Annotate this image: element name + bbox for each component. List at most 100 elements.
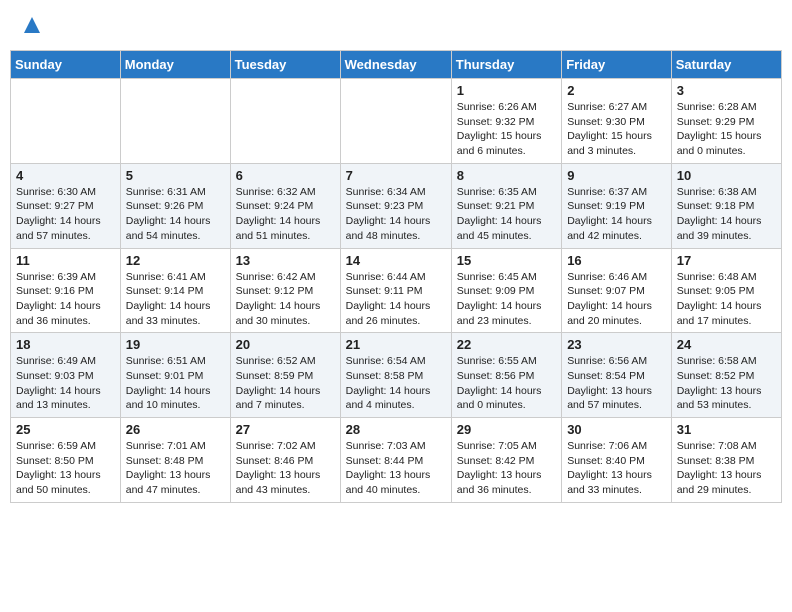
day-number: 7 [346, 168, 446, 183]
calendar-week-row: 1 Sunrise: 6:26 AM Sunset: 9:32 PM Daylig… [11, 79, 782, 164]
day-number: 11 [16, 253, 115, 268]
day-number: 18 [16, 337, 115, 352]
day-info: Sunrise: 6:26 AM Sunset: 9:32 PM Dayligh… [457, 100, 556, 159]
day-number: 23 [567, 337, 666, 352]
day-number: 13 [236, 253, 335, 268]
day-info: Sunrise: 6:48 AM Sunset: 9:05 PM Dayligh… [677, 270, 776, 329]
logo-icon [22, 15, 42, 35]
calendar-cell: 3 Sunrise: 6:28 AM Sunset: 9:29 PM Daylig… [671, 79, 781, 164]
day-number: 15 [457, 253, 556, 268]
day-info: Sunrise: 6:55 AM Sunset: 8:56 PM Dayligh… [457, 354, 556, 413]
calendar-week-row: 18 Sunrise: 6:49 AM Sunset: 9:03 PM Dayli… [11, 333, 782, 418]
day-info: Sunrise: 6:27 AM Sunset: 9:30 PM Dayligh… [567, 100, 666, 159]
calendar-cell: 30 Sunrise: 7:06 AM Sunset: 8:40 PM Dayli… [562, 418, 672, 503]
day-info: Sunrise: 6:38 AM Sunset: 9:18 PM Dayligh… [677, 185, 776, 244]
day-number: 1 [457, 83, 556, 98]
calendar-cell: 4 Sunrise: 6:30 AM Sunset: 9:27 PM Daylig… [11, 163, 121, 248]
calendar-cell: 9 Sunrise: 6:37 AM Sunset: 9:19 PM Daylig… [562, 163, 672, 248]
day-info: Sunrise: 6:41 AM Sunset: 9:14 PM Dayligh… [126, 270, 225, 329]
calendar-cell: 17 Sunrise: 6:48 AM Sunset: 9:05 PM Dayli… [671, 248, 781, 333]
calendar-cell [120, 79, 230, 164]
day-number: 20 [236, 337, 335, 352]
day-number: 4 [16, 168, 115, 183]
day-number: 22 [457, 337, 556, 352]
calendar-cell: 24Sunrise: 6:58 AM Sunset: 8:52 PM Dayli… [671, 333, 781, 418]
day-number: 25 [16, 422, 115, 437]
day-number: 16 [567, 253, 666, 268]
calendar-cell: 31 Sunrise: 7:08 AM Sunset: 8:38 PM Dayli… [671, 418, 781, 503]
day-info: Sunrise: 7:08 AM Sunset: 8:38 PM Dayligh… [677, 439, 776, 498]
calendar-cell: 6Sunrise: 6:32 AM Sunset: 9:24 PM Daylig… [230, 163, 340, 248]
day-info: Sunrise: 6:54 AM Sunset: 8:58 PM Dayligh… [346, 354, 446, 413]
day-info: Sunrise: 6:28 AM Sunset: 9:29 PM Dayligh… [677, 100, 776, 159]
calendar-day-header: Tuesday [230, 51, 340, 79]
day-number: 5 [126, 168, 225, 183]
calendar-cell: 12 Sunrise: 6:41 AM Sunset: 9:14 PM Dayli… [120, 248, 230, 333]
day-info: Sunrise: 7:06 AM Sunset: 8:40 PM Dayligh… [567, 439, 666, 498]
day-info: Sunrise: 6:45 AM Sunset: 9:09 PM Dayligh… [457, 270, 556, 329]
calendar-cell: 29 Sunrise: 7:05 AM Sunset: 8:42 PM Dayli… [451, 418, 561, 503]
day-number: 30 [567, 422, 666, 437]
calendar-cell: 7 Sunrise: 6:34 AM Sunset: 9:23 PM Daylig… [340, 163, 451, 248]
day-info: Sunrise: 7:01 AM Sunset: 8:48 PM Dayligh… [126, 439, 225, 498]
calendar-cell: 18 Sunrise: 6:49 AM Sunset: 9:03 PM Dayli… [11, 333, 121, 418]
day-number: 8 [457, 168, 556, 183]
day-number: 12 [126, 253, 225, 268]
calendar-week-row: 25 Sunrise: 6:59 AM Sunset: 8:50 PM Dayli… [11, 418, 782, 503]
day-number: 10 [677, 168, 776, 183]
day-info: Sunrise: 6:34 AM Sunset: 9:23 PM Dayligh… [346, 185, 446, 244]
calendar-cell: 2Sunrise: 6:27 AM Sunset: 9:30 PM Daylig… [562, 79, 672, 164]
calendar-cell: 13 Sunrise: 6:42 AM Sunset: 9:12 PM Dayli… [230, 248, 340, 333]
calendar-cell: 14 Sunrise: 6:44 AM Sunset: 9:11 PM Dayli… [340, 248, 451, 333]
calendar-day-header: Monday [120, 51, 230, 79]
calendar-week-row: 11 Sunrise: 6:39 AM Sunset: 9:16 PM Dayli… [11, 248, 782, 333]
calendar-cell: 10 Sunrise: 6:38 AM Sunset: 9:18 PM Dayli… [671, 163, 781, 248]
day-number: 29 [457, 422, 556, 437]
calendar-cell: 1 Sunrise: 6:26 AM Sunset: 9:32 PM Daylig… [451, 79, 561, 164]
day-info: Sunrise: 6:46 AM Sunset: 9:07 PM Dayligh… [567, 270, 666, 329]
day-number: 28 [346, 422, 446, 437]
day-info: Sunrise: 6:56 AM Sunset: 8:54 PM Dayligh… [567, 354, 666, 413]
day-number: 3 [677, 83, 776, 98]
calendar-table: SundayMondayTuesdayWednesdayThursdayFrid… [10, 50, 782, 503]
calendar-day-header: Wednesday [340, 51, 451, 79]
day-info: Sunrise: 6:37 AM Sunset: 9:19 PM Dayligh… [567, 185, 666, 244]
day-number: 31 [677, 422, 776, 437]
day-number: 26 [126, 422, 225, 437]
day-info: Sunrise: 7:05 AM Sunset: 8:42 PM Dayligh… [457, 439, 556, 498]
day-info: Sunrise: 6:49 AM Sunset: 9:03 PM Dayligh… [16, 354, 115, 413]
calendar-cell [11, 79, 121, 164]
day-number: 9 [567, 168, 666, 183]
calendar-day-header: Sunday [11, 51, 121, 79]
calendar-cell [230, 79, 340, 164]
day-info: Sunrise: 6:42 AM Sunset: 9:12 PM Dayligh… [236, 270, 335, 329]
day-info: Sunrise: 6:39 AM Sunset: 9:16 PM Dayligh… [16, 270, 115, 329]
calendar-day-header: Friday [562, 51, 672, 79]
calendar-cell: 28 Sunrise: 7:03 AM Sunset: 8:44 PM Dayli… [340, 418, 451, 503]
calendar-cell: 21 Sunrise: 6:54 AM Sunset: 8:58 PM Dayli… [340, 333, 451, 418]
calendar-day-header: Saturday [671, 51, 781, 79]
calendar-week-row: 4 Sunrise: 6:30 AM Sunset: 9:27 PM Daylig… [11, 163, 782, 248]
calendar-cell: 22 Sunrise: 6:55 AM Sunset: 8:56 PM Dayli… [451, 333, 561, 418]
day-info: Sunrise: 6:51 AM Sunset: 9:01 PM Dayligh… [126, 354, 225, 413]
calendar-cell: 15 Sunrise: 6:45 AM Sunset: 9:09 PM Dayli… [451, 248, 561, 333]
day-info: Sunrise: 7:03 AM Sunset: 8:44 PM Dayligh… [346, 439, 446, 498]
calendar-cell: 27Sunrise: 7:02 AM Sunset: 8:46 PM Dayli… [230, 418, 340, 503]
day-info: Sunrise: 6:30 AM Sunset: 9:27 PM Dayligh… [16, 185, 115, 244]
day-number: 21 [346, 337, 446, 352]
calendar-cell: 16 Sunrise: 6:46 AM Sunset: 9:07 PM Dayli… [562, 248, 672, 333]
calendar-day-header: Thursday [451, 51, 561, 79]
day-number: 14 [346, 253, 446, 268]
calendar-cell: 23 Sunrise: 6:56 AM Sunset: 8:54 PM Dayli… [562, 333, 672, 418]
day-number: 19 [126, 337, 225, 352]
day-number: 27 [236, 422, 335, 437]
day-number: 24 [677, 337, 776, 352]
calendar-cell: 8Sunrise: 6:35 AM Sunset: 9:21 PM Daylig… [451, 163, 561, 248]
logo [20, 15, 42, 35]
calendar-cell: 25 Sunrise: 6:59 AM Sunset: 8:50 PM Dayli… [11, 418, 121, 503]
day-info: Sunrise: 6:59 AM Sunset: 8:50 PM Dayligh… [16, 439, 115, 498]
day-info: Sunrise: 6:44 AM Sunset: 9:11 PM Dayligh… [346, 270, 446, 329]
day-number: 17 [677, 253, 776, 268]
day-info: Sunrise: 6:31 AM Sunset: 9:26 PM Dayligh… [126, 185, 225, 244]
calendar-cell: 11 Sunrise: 6:39 AM Sunset: 9:16 PM Dayli… [11, 248, 121, 333]
